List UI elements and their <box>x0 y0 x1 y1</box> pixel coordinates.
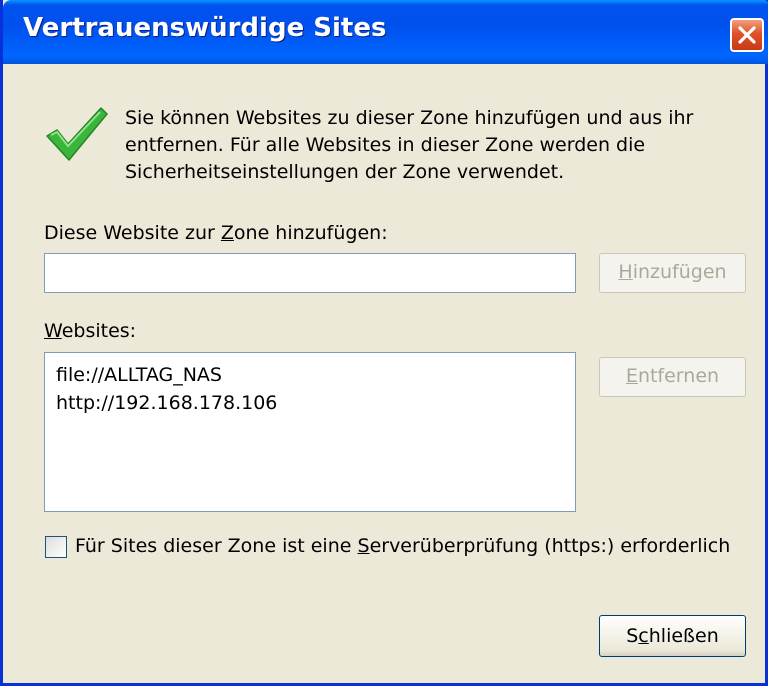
list-item[interactable]: file://ALLTAG_NAS <box>56 361 564 389</box>
access-key: H <box>618 261 633 283</box>
button-label: S <box>626 625 639 647</box>
access-key: Z <box>220 222 234 244</box>
label-text: one hinzufügen: <box>233 222 388 244</box>
checkmark-icon <box>46 107 108 161</box>
access-key: S <box>357 535 370 557</box>
access-key: W <box>44 320 62 342</box>
close-icon <box>738 26 756 44</box>
button-label: ntfernen <box>637 365 720 387</box>
label-text: ebsites: <box>61 320 137 342</box>
close-button[interactable]: Schließen <box>599 615 746 657</box>
label-text: erverüberprüfung (https:) erforderlich <box>369 535 731 557</box>
label-text: Für Sites dieser Zone ist eine <box>75 535 358 557</box>
button-label: inzufügen <box>632 261 727 283</box>
label-text: Diese Website zur <box>44 222 221 244</box>
remove-button[interactable]: Entfernen <box>599 357 746 397</box>
https-required-label[interactable]: Für Sites dieser Zone ist eine Serverübe… <box>75 535 730 557</box>
add-website-label: Diese Website zur Zone hinzufügen: <box>44 222 388 244</box>
websites-label: Websites: <box>44 320 136 342</box>
trusted-sites-dialog: Vertrauenswürdige Sites Sie können Websi… <box>0 0 768 686</box>
description-line: entfernen. Für alle Websites in dieser Z… <box>125 134 646 156</box>
websites-list[interactable]: file://ALLTAG_NAS http://192.168.178.106 <box>44 352 576 512</box>
website-input[interactable] <box>44 253 576 293</box>
https-required-checkbox[interactable] <box>45 536 67 558</box>
add-button[interactable]: Hinzufügen <box>599 253 746 293</box>
zone-description: Sie können Websites zu dieser Zone hinzu… <box>125 105 725 186</box>
description-line: Sie können Websites zu dieser Zone hinzu… <box>125 107 694 129</box>
description-line: Sicherheitseinstellungen der Zone verwen… <box>125 161 565 183</box>
window-title: Vertrauenswürdige Sites <box>23 13 387 43</box>
list-item[interactable]: http://192.168.178.106 <box>56 389 564 417</box>
close-window-button[interactable] <box>730 18 764 52</box>
access-key: E <box>625 365 638 387</box>
title-bar[interactable]: Vertrauenswürdige Sites <box>3 0 768 64</box>
button-label: hließen <box>648 625 719 647</box>
access-key: c <box>638 625 649 647</box>
